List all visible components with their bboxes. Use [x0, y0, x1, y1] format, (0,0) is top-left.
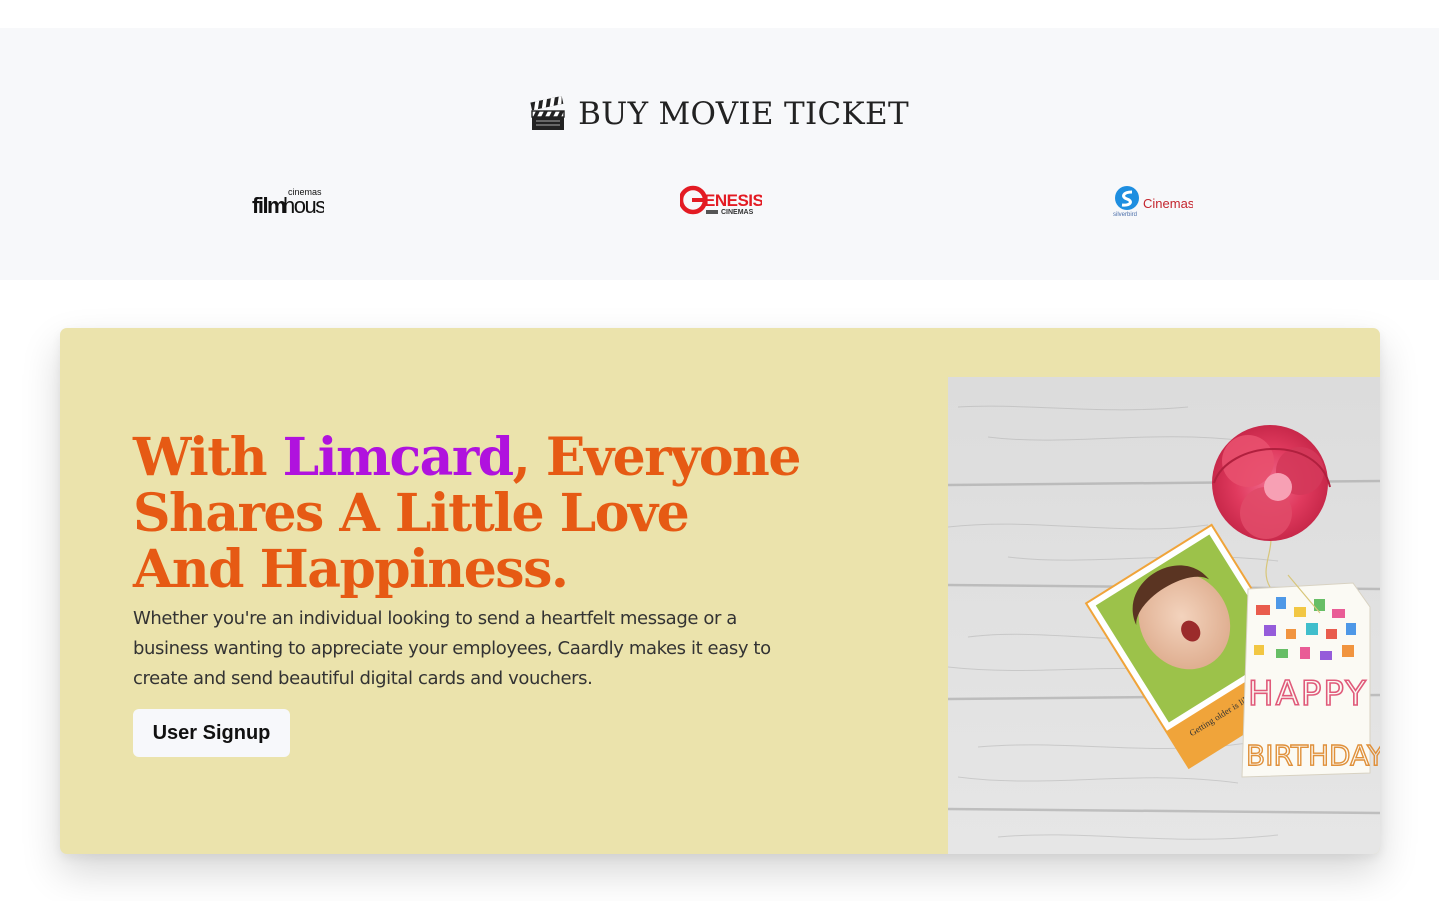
- ticket-title: BUY MOVIE TICKET: [0, 92, 1439, 136]
- svg-text:film: film: [252, 193, 286, 218]
- svg-text:house: house: [283, 193, 324, 218]
- svg-text:CINEMAS: CINEMAS: [721, 209, 754, 216]
- svg-text:Cinemas: Cinemas: [1143, 196, 1193, 211]
- svg-text:ENESIS: ENESIS: [704, 191, 762, 210]
- ticket-title-text: BUY MOVIE TICKET: [578, 96, 909, 132]
- clapperboard-icon: [530, 96, 565, 130]
- brand-name: Limcard: [282, 427, 514, 488]
- promo-headline: With Limcard, Everyone Shares A Little L…: [133, 427, 801, 600]
- genesis-logo[interactable]: ENESIS CINEMAS: [680, 183, 762, 219]
- promo-description: Whether you're an individual looking to …: [133, 608, 771, 689]
- promo-banner: With Limcard, Everyone Shares A Little L…: [60, 328, 1380, 854]
- user-signup-button[interactable]: User Signup: [133, 709, 290, 757]
- svg-text:BIRTHDAY: BIRTHDAY: [1246, 739, 1380, 772]
- svg-text:silverbird: silverbird: [1113, 212, 1137, 218]
- birthday-card-photo: Getting older is like HAPPY BIRTHDAY: [947, 377, 1380, 854]
- filmhouse-logo[interactable]: cinemas film house: [252, 183, 324, 219]
- ticket-section: BUY MOVIE TICKET cinemas film house ENES…: [0, 28, 1439, 280]
- svg-text:HAPPY: HAPPY: [1248, 674, 1368, 714]
- silverbird-logo[interactable]: silverbird Cinemas: [1113, 183, 1193, 219]
